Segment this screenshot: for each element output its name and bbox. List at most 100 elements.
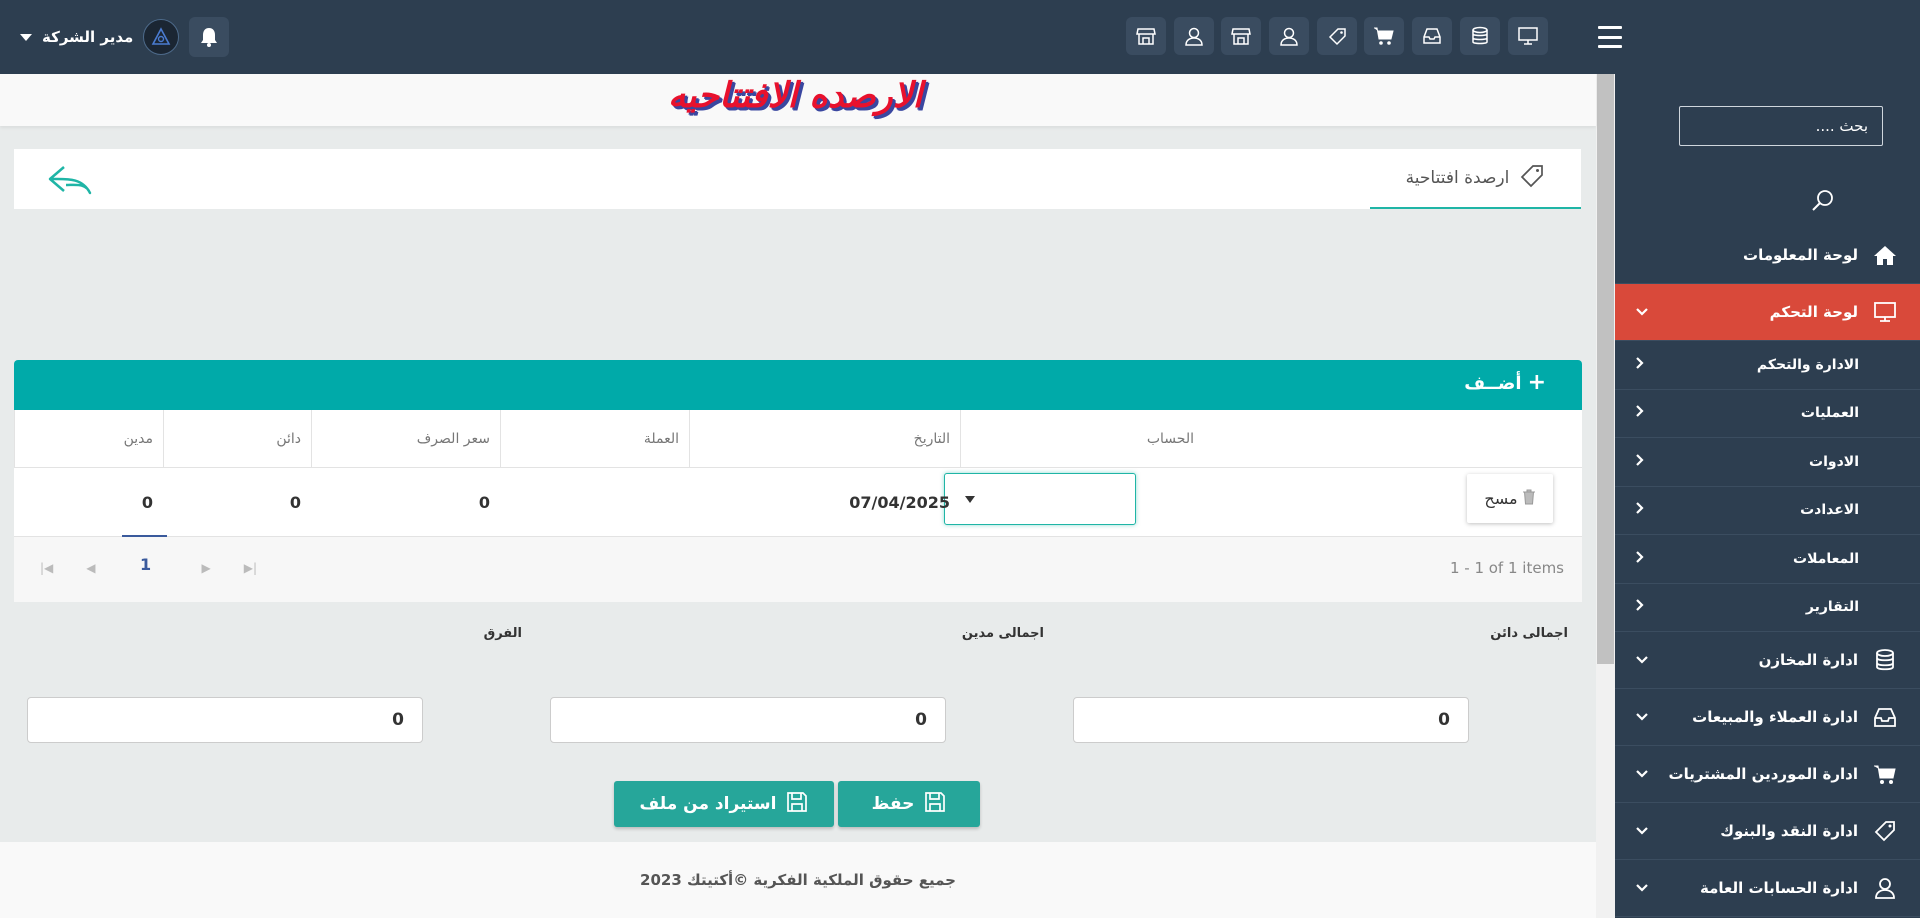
column-header-debit[interactable]: مدين <box>14 410 163 468</box>
chevron-right-icon[interactable] <box>1635 501 1645 519</box>
search-icon[interactable] <box>1810 188 1836 218</box>
cell-currency[interactable] <box>500 468 689 536</box>
inbox-icon[interactable] <box>1412 17 1453 55</box>
sidebar-item-label: المعاملات <box>1793 550 1859 567</box>
sidebar-item-stores[interactable]: ادارة المخازن <box>1615 632 1920 689</box>
avatar[interactable] <box>143 19 180 55</box>
import-label: استيراد من ملف <box>639 794 777 814</box>
top-bar: مدير الشركة <box>0 0 1920 74</box>
sidebar-item-settings[interactable]: الاعدادت <box>1615 487 1920 535</box>
sidebar-item-suppliers-purchases[interactable]: ادارة الموردين المشتريات <box>1615 746 1920 803</box>
user-menu[interactable]: مدير الشركة <box>20 17 230 57</box>
money-icon[interactable] <box>1316 17 1357 55</box>
total-debit-label: اجمالى مدين <box>961 626 1044 641</box>
sidebar-search-input[interactable] <box>1679 106 1883 146</box>
sidebar: لوحة المعلومات لوحة التحكم الادارة والتح… <box>1615 74 1920 918</box>
chevron-down-icon[interactable] <box>1635 708 1649 726</box>
chevron-right-icon[interactable] <box>1635 356 1645 374</box>
active-page-indicator <box>122 535 167 537</box>
cell-date[interactable]: 07/04/2025 <box>689 468 960 536</box>
sidebar-item-general-accounts[interactable]: ادارة الحسابات العامة <box>1615 860 1920 917</box>
column-header-exchange-rate[interactable]: سعر الصرف <box>311 410 500 468</box>
cell-exchange-rate[interactable]: 0 <box>311 468 500 536</box>
chevron-right-icon[interactable] <box>1635 598 1645 616</box>
sidebar-item-cash-banks[interactable]: ادارة النقد والبنوك <box>1615 803 1920 860</box>
page-title: الارصده الافتتاحيه <box>668 76 923 116</box>
last-page-icon[interactable]: ▶| <box>244 561 257 575</box>
column-header-credit[interactable]: دائن <box>163 410 311 468</box>
sidebar-item-reports[interactable]: التقارير <box>1615 584 1920 632</box>
chevron-right-icon[interactable] <box>1635 404 1645 422</box>
column-header-account[interactable]: الحساب <box>960 410 1204 468</box>
page-number[interactable]: 1 <box>140 555 151 574</box>
scrollbar-thumb[interactable] <box>1597 74 1614 664</box>
account-dropdown[interactable] <box>944 473 1136 525</box>
sidebar-item-customers-sales[interactable]: ادارة العملاء والمبيعات <box>1615 689 1920 746</box>
chevron-down-icon[interactable] <box>1635 879 1649 897</box>
sidebar-item-administration[interactable]: الادارة والتحكم <box>1615 341 1920 390</box>
sidebar-item-label: ادارة الموردين المشتريات <box>1668 765 1859 783</box>
chevron-right-icon[interactable] <box>1635 550 1645 568</box>
chevron-down-icon[interactable] <box>1635 822 1649 840</box>
cell-debit[interactable]: 0 <box>14 468 163 536</box>
difference-field[interactable]: 0 <box>27 697 423 743</box>
total-debit-field[interactable]: 0 <box>550 697 946 743</box>
main-content: الارصده الافتتاحيه ارصدة افتتاحية + أضــ… <box>0 74 1596 918</box>
money-icon <box>1519 163 1545 194</box>
chevron-down-icon[interactable] <box>1635 303 1649 321</box>
user-name[interactable]: مدير الشركة <box>42 28 133 46</box>
sidebar-item-label: ادارة العملاء والمبيعات <box>1692 708 1858 726</box>
sidebar-item-label: الادارة والتحكم <box>1756 356 1859 373</box>
table-row: مسح 07/04/2025 0 0 0 <box>14 468 1582 536</box>
monitor-icon <box>1872 299 1898 325</box>
bell-icon[interactable] <box>189 17 230 57</box>
sidebar-item-label: ادارة الحسابات العامة <box>1700 879 1858 897</box>
dropdown-arrow-icon[interactable] <box>965 496 975 503</box>
first-page-icon[interactable]: |◀ <box>40 561 53 575</box>
database-icon[interactable] <box>1459 17 1500 55</box>
column-header-currency[interactable]: العملة <box>500 410 689 468</box>
sidebar-item-transactions[interactable]: المعاملات <box>1615 535 1920 584</box>
plus-icon: + <box>1527 370 1546 395</box>
back-arrow-icon[interactable] <box>46 163 94 201</box>
user-icon[interactable] <box>1173 17 1214 55</box>
tab-opening-balances[interactable]: ارصدة افتتاحية <box>1370 149 1581 209</box>
tab-label: ارصدة افتتاحية <box>1405 168 1510 188</box>
page-scrollbar[interactable] <box>1596 74 1615 918</box>
sidebar-item-tools[interactable]: الادوات <box>1615 438 1920 487</box>
opening-balances-grid: الحساب التاريخ العملة سعر الصرف دائن مدي… <box>14 410 1582 602</box>
add-button[interactable]: + أضــف <box>1464 372 1546 394</box>
grid-toolbar: + أضــف <box>14 360 1582 410</box>
trash-icon <box>1522 489 1536 509</box>
sidebar-item-label: العمليات <box>1800 405 1859 422</box>
chevron-right-icon[interactable] <box>1635 453 1645 471</box>
total-credit-label: اجمالى دائن <box>1490 626 1568 641</box>
next-page-icon[interactable]: ▶ <box>202 561 211 575</box>
cell-credit[interactable]: 0 <box>163 468 311 536</box>
sidebar-item-label: الادوات <box>1809 453 1859 470</box>
sidebar-item-control-panel[interactable]: لوحة التحكم <box>1615 284 1920 341</box>
add-button-label: أضــف <box>1464 372 1522 394</box>
cart-icon <box>1872 761 1898 787</box>
monitor-icon[interactable] <box>1507 17 1548 55</box>
sidebar-item-dashboard[interactable]: لوحة المعلومات <box>1615 227 1920 284</box>
import-from-file-button[interactable]: استيراد من ملف <box>614 781 834 827</box>
hamburger-menu-icon[interactable] <box>1598 26 1622 48</box>
shop-icon[interactable] <box>1221 17 1262 55</box>
sidebar-menu: لوحة المعلومات لوحة التحكم الادارة والتح… <box>1615 227 1920 917</box>
chevron-down-icon[interactable] <box>1635 651 1649 669</box>
caret-down-icon[interactable] <box>20 33 32 41</box>
user-icon[interactable] <box>1269 17 1310 55</box>
pager: |◀ ◀ ▶ ▶| 1 1 - 1 of 1 items <box>14 535 1582 602</box>
total-credit-field[interactable]: 0 <box>1073 697 1469 743</box>
column-header-date[interactable]: التاريخ <box>689 410 960 468</box>
user-icon <box>1872 875 1898 901</box>
shop-icon[interactable] <box>1126 17 1166 55</box>
save-button[interactable]: حفظ <box>838 781 980 827</box>
chevron-down-icon[interactable] <box>1635 765 1649 783</box>
previous-page-icon[interactable]: ◀ <box>86 561 95 575</box>
sidebar-item-operations[interactable]: العمليات <box>1615 390 1920 438</box>
cart-icon[interactable] <box>1364 17 1405 55</box>
save-icon <box>786 791 808 818</box>
delete-row-button[interactable]: مسح <box>1467 474 1553 523</box>
